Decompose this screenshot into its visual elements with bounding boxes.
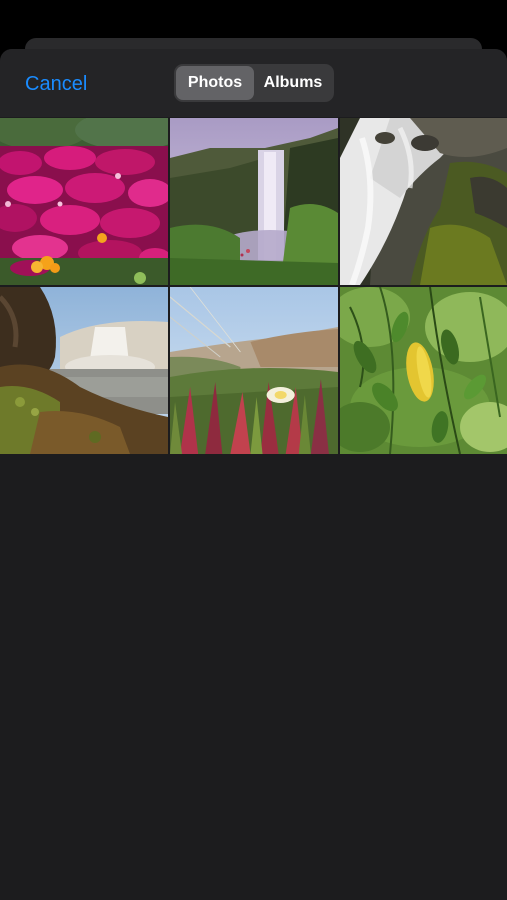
photo-grid xyxy=(0,118,507,454)
photo-waterfall-cliff[interactable] xyxy=(170,118,338,285)
photo-ice-plant-dunes[interactable] xyxy=(170,287,338,454)
navigation-bar: Cancel Photos Albums xyxy=(0,49,507,117)
tab-photos[interactable]: Photos xyxy=(176,66,254,100)
screen: Cancel Photos Albums xyxy=(0,0,507,900)
waterfall-cliff-image xyxy=(170,118,338,285)
photo-waterfall-closeup[interactable] xyxy=(340,118,507,285)
ice-plant-dunes-image xyxy=(170,287,338,454)
photos-albums-segmented-control: Photos Albums xyxy=(174,64,334,102)
pink-flowers-image xyxy=(0,118,168,285)
photo-pink-flowers[interactable] xyxy=(0,118,168,285)
cancel-button[interactable]: Cancel xyxy=(25,71,87,97)
waterfall-closeup-image xyxy=(340,118,507,285)
coastal-waterfall-image xyxy=(0,287,168,454)
photo-coastal-waterfall[interactable] xyxy=(0,287,168,454)
tab-albums[interactable]: Albums xyxy=(254,66,332,100)
photo-picker-sheet: Cancel Photos Albums xyxy=(0,49,507,900)
photo-green-leaves[interactable] xyxy=(340,287,507,454)
green-leaves-image xyxy=(340,287,507,454)
